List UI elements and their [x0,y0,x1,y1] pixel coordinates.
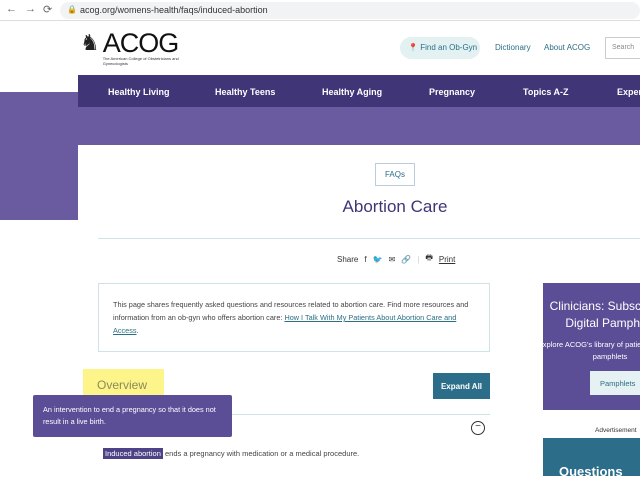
address-bar[interactable]: 🔒 acog.org/womens-health/faqs/induced-abo… [60,2,640,19]
ad-title: Questions [559,464,623,479]
divider [98,238,640,239]
advertisement-banner[interactable]: Questions [543,438,640,479]
glossary-term[interactable]: Induced abortion [103,448,163,459]
hero-pattern-left [0,92,78,220]
pamphlets-button[interactable]: Pamphlets [590,371,640,395]
email-icon[interactable]: ✉ [389,255,396,264]
logo-figure-icon: ♞ [80,30,100,55]
print-link[interactable]: Print [439,255,455,264]
nav-topics-a-z[interactable]: Topics A-Z [523,87,569,97]
main-nav: Healthy Living Healthy Teens Healthy Agi… [78,75,640,107]
facebook-icon[interactable]: f [364,255,366,264]
browser-toolbar: ← → ⟳ 🔒 acog.org/womens-health/faqs/induc… [0,0,640,21]
page-title: Abortion Care [342,197,448,216]
separator: | [417,254,420,264]
pamphlets-promo: Clinicians: Subscribe to Digital Pamphle… [543,283,640,410]
nav-experts[interactable]: Experts [617,87,640,97]
intro-box: This page shares frequently asked questi… [98,283,490,352]
share-bar: Share f 🐦 ✉ 🔗 | 🖶 Print [337,252,455,266]
nav-healthy-teens[interactable]: Healthy Teens [215,87,275,97]
logo-name: ACOG [102,28,180,58]
share-label: Share [337,254,359,264]
nav-healthy-aging[interactable]: Healthy Aging [322,87,382,97]
collapse-icon[interactable]: − [471,421,485,435]
acog-logo[interactable]: ♞ ACOG The American College of Obstetrici… [80,28,183,67]
back-icon[interactable]: ← [6,3,17,15]
nav-pregnancy[interactable]: Pregnancy [429,87,475,97]
body-text: Induced abortion ends a pregnancy with m… [103,448,360,459]
lock-icon: 🔒 [67,5,77,14]
expand-all-button[interactable]: Expand All [433,373,490,399]
advertisement-label: Advertisement [595,427,637,434]
dictionary-link[interactable]: Dictionary [495,43,531,52]
print-icon[interactable]: 🖶 [425,252,433,266]
find-ob-gyn-button[interactable]: 📍 Find an Ob-Gyn [400,37,480,59]
about-acog-link[interactable]: About ACOG [544,43,590,52]
intro-end: . [136,326,139,335]
forward-icon[interactable]: → [25,3,36,15]
glossary-tooltip: An intervention to end a pregnancy so th… [33,395,232,437]
body-sentence: ends a pregnancy with medication or a me… [162,449,360,458]
url-text: acog.org/womens-health/faqs/induced-abor… [80,5,268,15]
faqs-badge[interactable]: FAQs [375,163,415,186]
location-pin-icon: 📍 [408,43,418,52]
reload-icon[interactable]: ⟳ [43,3,52,16]
link-icon[interactable]: 🔗 [401,255,411,264]
logo-subtitle: The American College of Obstetricians an… [102,56,179,66]
twitter-icon[interactable]: 🐦 [373,255,383,264]
search-input[interactable]: Search [605,37,640,59]
section-heading-overview: Overview [83,369,164,397]
promo-text: Explore ACOG's library of patient educat… [543,340,640,361]
promo-heading: Clinicians: Subscribe to Digital Pamphle… [549,299,640,330]
nav-healthy-living[interactable]: Healthy Living [108,87,170,97]
find-ob-label: Find an Ob-Gyn [420,43,478,52]
